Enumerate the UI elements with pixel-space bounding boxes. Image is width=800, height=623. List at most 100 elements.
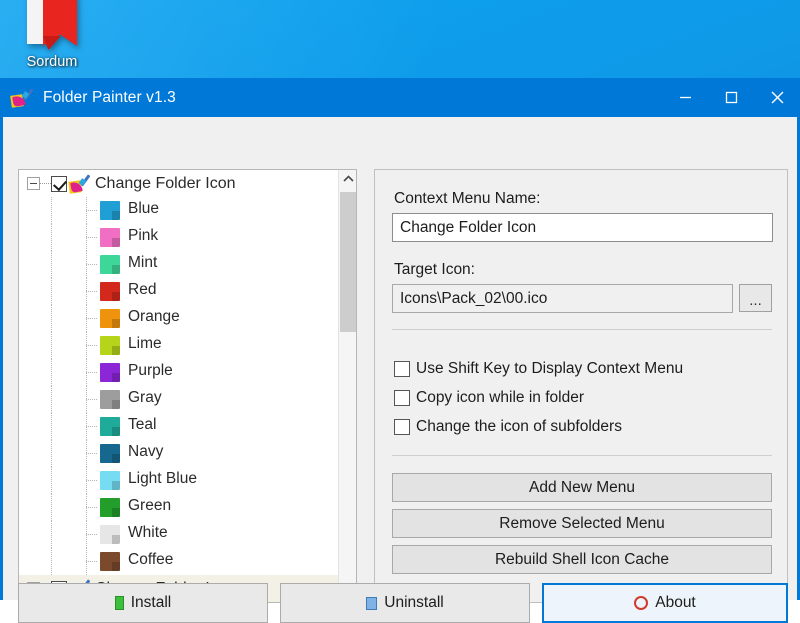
maximize-icon[interactable] <box>708 78 754 117</box>
tree-item-orange[interactable]: Orange <box>19 305 356 332</box>
tree-item-pink[interactable]: Pink <box>19 224 356 251</box>
tree-guide-line <box>86 264 97 265</box>
folder-painter-window: Folder Painter v1.3 <box>0 78 800 600</box>
tree-guide-line <box>86 372 97 373</box>
tree-guide-line <box>51 332 52 359</box>
window-title: Folder Painter v1.3 <box>43 89 176 107</box>
tree-guide-line <box>86 291 97 292</box>
blue-uninstall-icon <box>366 597 377 610</box>
tree-guide-line <box>86 399 97 400</box>
target-icon-input[interactable]: Icons\Pack_02\00.ico <box>392 284 733 313</box>
tree-item-lime[interactable]: Lime <box>19 332 356 359</box>
tree-guide-line <box>86 453 97 454</box>
folder-color-swatch-icon <box>100 201 120 220</box>
about-button[interactable]: About <box>542 583 788 623</box>
tree-guide-line <box>51 278 52 305</box>
tree-guide-line <box>51 305 52 332</box>
tree-item-purple[interactable]: Purple <box>19 359 356 386</box>
tree-root-checkbox[interactable] <box>51 176 67 192</box>
folder-color-swatch-icon <box>100 255 120 274</box>
green-install-icon <box>115 596 124 610</box>
tree-guide-line <box>86 507 97 508</box>
bottom-button-bar: Install Uninstall About <box>3 578 800 600</box>
copy-icon-checkbox-label: Copy icon while in folder <box>416 389 584 407</box>
window-client-area: Change Folder Icon Blue Pink Mint Red Orange… <box>3 117 797 600</box>
folder-color-swatch-icon <box>100 552 120 571</box>
window-titlebar[interactable]: Folder Painter v1.3 <box>0 78 800 117</box>
tree-guide-line <box>86 561 97 562</box>
tree-item-label: Orange <box>128 308 180 326</box>
browse-button[interactable]: ... <box>739 284 772 312</box>
uninstall-button[interactable]: Uninstall <box>280 583 530 623</box>
folder-color-swatch-icon <box>100 444 120 463</box>
minimize-icon[interactable] <box>662 78 708 117</box>
scrollbar-thumb[interactable] <box>340 192 356 332</box>
tree-item-coffee[interactable]: Coffee <box>19 548 356 575</box>
tree-guide-line <box>86 534 97 535</box>
menu-tree-panel[interactable]: Change Folder Icon Blue Pink Mint Red Orange… <box>18 169 357 603</box>
sordum-desktop-icon-label: Sordum <box>8 54 96 70</box>
tree-guide-line <box>51 548 52 575</box>
tree-guide-line <box>51 494 52 521</box>
shift-key-checkbox[interactable] <box>394 361 410 377</box>
tree-item-label: Gray <box>128 389 162 407</box>
tree-item-label: Navy <box>128 443 163 461</box>
tree-item-label: Coffee <box>128 551 173 569</box>
tree-item-label: Green <box>128 497 171 515</box>
tree-item-gray[interactable]: Gray <box>19 386 356 413</box>
sordum-logo-icon <box>21 0 83 52</box>
tree-guide-line <box>51 224 52 251</box>
window-controls <box>662 78 800 117</box>
shift-key-checkbox-label: Use Shift Key to Display Context Menu <box>416 360 683 378</box>
tree-item-label: Blue <box>128 200 159 218</box>
context-menu-name-label: Context Menu Name: <box>394 190 540 208</box>
checkbox-row-copy-icon[interactable]: Copy icon while in folder <box>394 389 584 407</box>
sordum-desktop-icon[interactable]: Sordum <box>8 0 96 70</box>
folder-color-swatch-icon <box>100 228 120 247</box>
tree-item-blue[interactable]: Blue <box>19 197 356 224</box>
chevron-up-icon[interactable] <box>339 170 357 188</box>
tree-guide-line <box>51 440 52 467</box>
remove-selected-menu-button[interactable]: Remove Selected Menu <box>392 509 772 538</box>
context-menu-name-input[interactable]: Change Folder Icon <box>392 213 773 242</box>
tree-item-green[interactable]: Green <box>19 494 356 521</box>
tree-item-label: White <box>128 524 168 542</box>
collapse-expander-icon[interactable] <box>27 177 40 190</box>
checkbox-row-subfolders[interactable]: Change the icon of subfolders <box>394 418 622 436</box>
add-new-menu-button[interactable]: Add New Menu <box>392 473 772 502</box>
tree-item-mint[interactable]: Mint <box>19 251 356 278</box>
tree-item-label: Red <box>128 281 156 299</box>
tree-guide-line <box>51 197 52 224</box>
tree-guide-line <box>86 345 97 346</box>
close-icon[interactable] <box>754 78 800 117</box>
tree-item-label: Lime <box>128 335 162 353</box>
uninstall-button-label: Uninstall <box>384 594 443 612</box>
folder-color-swatch-icon <box>100 471 120 490</box>
tree-guide-line <box>86 210 97 211</box>
tree-guide-line <box>51 251 52 278</box>
tree-item-label: Light Blue <box>128 470 197 488</box>
folder-color-swatch-icon <box>100 282 120 301</box>
folder-color-swatch-icon <box>100 498 120 517</box>
tree-item-light-blue[interactable]: Light Blue <box>19 467 356 494</box>
tree-item-label: Pink <box>128 227 158 245</box>
tree-item-label: Teal <box>128 416 156 434</box>
install-button[interactable]: Install <box>18 583 268 623</box>
tree-item-navy[interactable]: Navy <box>19 440 356 467</box>
copy-icon-checkbox[interactable] <box>394 390 410 406</box>
separator-bottom <box>392 455 772 456</box>
tree-rows: Change Folder Icon Blue Pink Mint Red Orange… <box>19 170 356 602</box>
tree-root-item[interactable]: Change Folder Icon <box>19 170 356 197</box>
subfolders-checkbox[interactable] <box>394 419 410 435</box>
tree-guide-line <box>86 426 97 427</box>
tree-guide-line <box>86 480 97 481</box>
tree-item-red[interactable]: Red <box>19 278 356 305</box>
tree-scrollbar[interactable] <box>338 170 356 602</box>
tree-guide-line <box>51 359 52 386</box>
tree-item-teal[interactable]: Teal <box>19 413 356 440</box>
red-about-icon <box>634 596 648 610</box>
tree-guide-line <box>86 318 97 319</box>
rebuild-shell-icon-cache-button[interactable]: Rebuild Shell Icon Cache <box>392 545 772 574</box>
checkbox-row-shift-key[interactable]: Use Shift Key to Display Context Menu <box>394 360 683 378</box>
tree-item-white[interactable]: White <box>19 521 356 548</box>
